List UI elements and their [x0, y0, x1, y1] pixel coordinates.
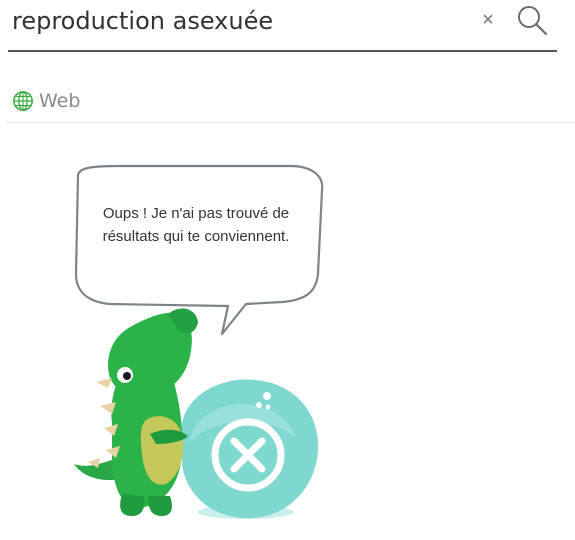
tab-bar: Web	[6, 82, 575, 123]
search-results-page: × Web	[0, 0, 575, 540]
speech-bubble	[74, 164, 324, 336]
tab-web-label: Web	[39, 90, 81, 112]
search-input[interactable]	[12, 4, 452, 38]
clear-button[interactable]: ×	[478, 8, 498, 32]
search-button[interactable]	[515, 3, 549, 37]
no-results-icon	[182, 379, 319, 519]
tab-web[interactable]: Web	[12, 88, 80, 114]
dinosaur-mascot	[74, 308, 198, 516]
empty-state-message: Oups ! Je n'ai pas trouvé de résultats q…	[102, 205, 290, 245]
search-icon	[518, 6, 548, 36]
search-bar: ×	[8, 0, 557, 52]
globe-icon	[13, 91, 33, 111]
empty-state-illustration	[74, 164, 324, 519]
close-icon: ×	[482, 9, 494, 31]
empty-state: Oups ! Je n'ai pas trouvé de résultats q…	[0, 124, 575, 540]
